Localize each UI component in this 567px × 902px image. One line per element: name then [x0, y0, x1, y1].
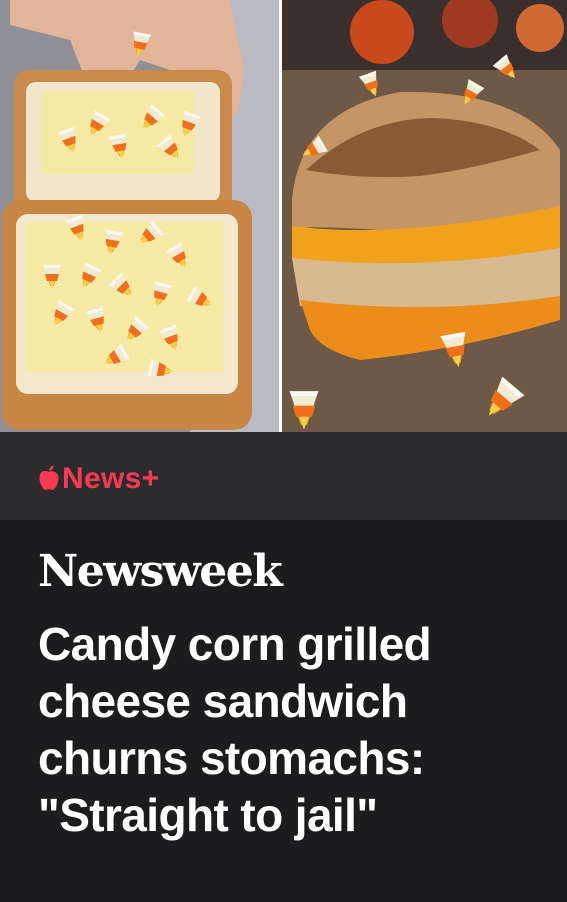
article-image — [0, 0, 567, 432]
apple-news-plus-badge: News+ — [38, 462, 159, 496]
apple-logo-icon — [38, 465, 60, 491]
news-plus-label: News+ — [62, 462, 160, 495]
news-article-card[interactable]: News+ Newsweek Candy corn grilled cheese… — [0, 0, 567, 902]
publisher-name: Newsweek — [38, 546, 283, 597]
article-headline[interactable]: Candy corn grilled cheese sandwich churn… — [38, 616, 538, 844]
